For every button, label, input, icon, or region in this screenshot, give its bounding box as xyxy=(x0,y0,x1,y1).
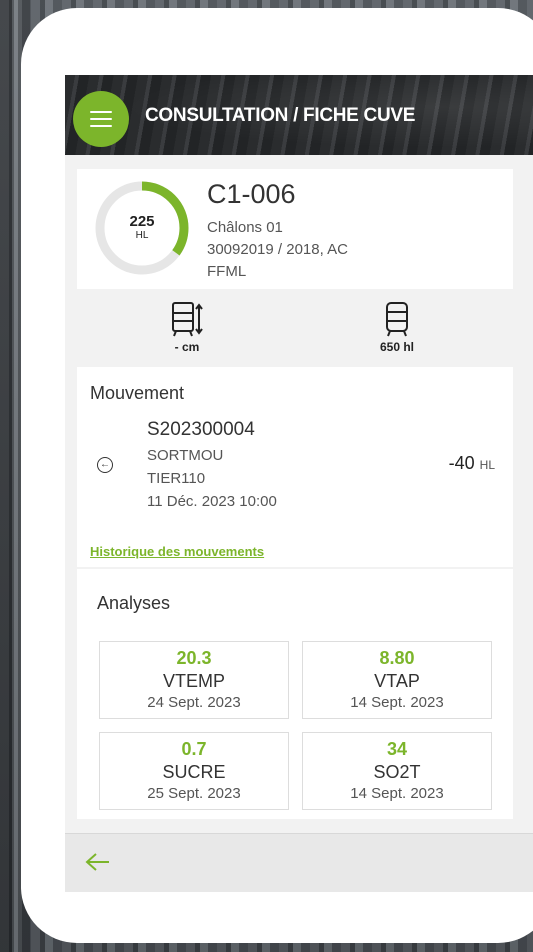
analysis-value: 34 xyxy=(386,739,408,759)
analysis-date: 24 Sept. 2023 xyxy=(147,694,241,711)
quantity-value: -40 xyxy=(448,453,475,473)
volume-unit: HL xyxy=(135,230,149,241)
app-header: CONSULTATION / FICHE CUVE xyxy=(65,75,533,155)
analyses-title: Analyses xyxy=(97,593,171,613)
analysis-date: 25 Sept. 2023 xyxy=(147,785,241,802)
gauge-readout: 225 HL xyxy=(93,179,191,277)
analysis-date: 14 Sept. 2023 xyxy=(350,694,444,711)
capacity-row: - cm 650 hl xyxy=(65,300,533,364)
movement-tier: TIER110 xyxy=(147,470,206,487)
hamburger-icon xyxy=(90,118,112,120)
analysis-value: 20.3 xyxy=(176,648,212,668)
tank-summary-card: 225 HL C1-006 Châlons 01 30092019 / 2018… xyxy=(77,169,513,289)
tank-lot: 30092019 / 2018, AC xyxy=(207,241,348,258)
analysis-date: 14 Sept. 2023 xyxy=(350,785,444,802)
level-indicator: - cm xyxy=(127,300,247,354)
analysis-name: VTEMP xyxy=(162,671,225,691)
analysis-name: SUCRE xyxy=(162,762,226,782)
capacity-label: 650 hl xyxy=(379,340,415,354)
tank-product: FFML xyxy=(207,263,247,280)
volume-value: 225 xyxy=(129,213,155,230)
analysis-tile[interactable]: 0.7 SUCRE 25 Sept. 2023 xyxy=(99,732,289,810)
analyses-card: Analyses 20.3 VTEMP 24 Sept. 2023 8.80 V… xyxy=(77,569,513,819)
analysis-tile[interactable]: 34 SO2T 14 Sept. 2023 xyxy=(302,732,492,810)
analysis-tile[interactable]: 20.3 VTEMP 24 Sept. 2023 xyxy=(99,641,289,719)
quantity-unit: HL xyxy=(479,458,495,472)
movement-title: Mouvement xyxy=(90,383,185,403)
analysis-value: 0.7 xyxy=(181,739,207,759)
tank-level-icon xyxy=(172,302,203,337)
hamburger-icon xyxy=(90,111,112,113)
tank-location: Châlons 01 xyxy=(207,219,283,236)
app-screen: CONSULTATION / FICHE CUVE 225 HL C1-006 … xyxy=(65,75,533,892)
movement-quantity: -40 HL xyxy=(449,453,495,474)
analysis-tile[interactable]: 8.80 VTAP 14 Sept. 2023 xyxy=(302,641,492,719)
movement-history-link[interactable]: Historique des mouvements xyxy=(90,544,264,559)
back-arrow-icon[interactable] xyxy=(85,852,111,872)
bottom-bar xyxy=(65,833,533,892)
movement-date: 11 Déc. 2023 10:00 xyxy=(147,493,277,510)
movement-type: SORTMOU xyxy=(147,447,224,464)
menu-button[interactable] xyxy=(73,91,129,147)
arrow-left-circle-icon[interactable]: ← xyxy=(97,457,113,473)
analysis-name: VTAP xyxy=(374,671,420,691)
hamburger-icon xyxy=(90,125,112,127)
movement-number: S202300004 xyxy=(147,419,255,440)
movement-card: Mouvement ← S202300004 SORTMOU TIER110 1… xyxy=(77,367,513,567)
tank-capacity-icon xyxy=(386,302,408,337)
capacity-indicator: 650 hl xyxy=(337,300,457,354)
page-title: CONSULTATION / FICHE CUVE xyxy=(145,105,416,126)
analysis-name: SO2T xyxy=(373,762,421,782)
analysis-value: 8.80 xyxy=(379,648,415,668)
level-label: - cm xyxy=(174,340,200,354)
tank-code: C1-006 xyxy=(207,179,296,209)
